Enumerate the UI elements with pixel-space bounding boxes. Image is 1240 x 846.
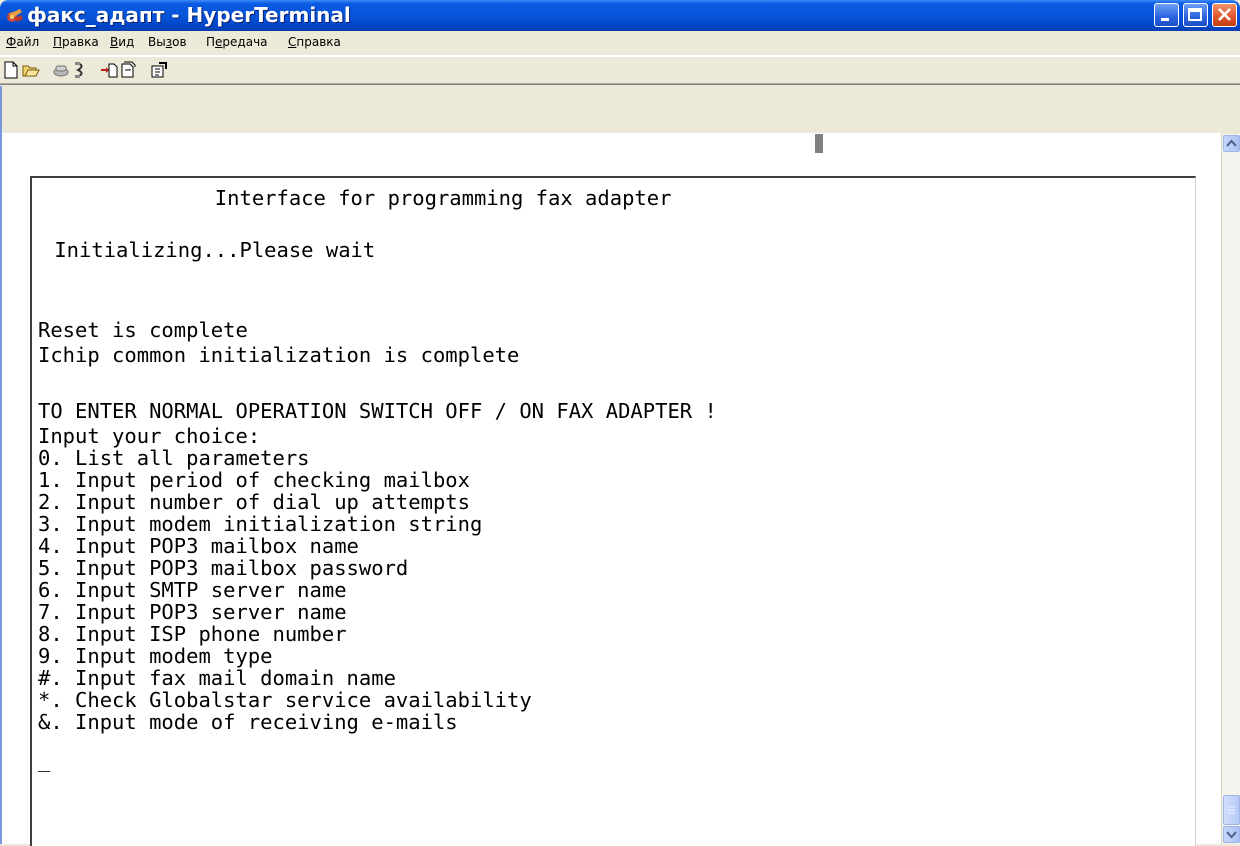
terminal-line: *. Check Globalstar service availability bbox=[38, 688, 532, 712]
menu-call[interactable]: Вызов bbox=[148, 35, 187, 49]
send-icon[interactable] bbox=[100, 61, 118, 79]
title-bar[interactable]: факс_адапт - HyperTerminal bbox=[0, 0, 1240, 31]
terminal-line: 4. Input POP3 mailbox name bbox=[38, 534, 359, 558]
toolbar bbox=[0, 56, 1240, 84]
toolbar-divider bbox=[0, 84, 1240, 85]
terminal-line: 8. Input ISP phone number bbox=[38, 622, 347, 646]
terminal-line: 2. Input number of dial up attempts bbox=[38, 490, 470, 514]
scroll-up-button[interactable] bbox=[1223, 135, 1240, 152]
close-icon bbox=[1218, 8, 1231, 21]
window-title: факс_адапт - HyperTerminal bbox=[27, 3, 351, 27]
scroll-thumb[interactable] bbox=[1223, 795, 1240, 825]
terminal-header-area bbox=[2, 86, 1221, 133]
open-icon[interactable] bbox=[22, 61, 40, 79]
new-icon[interactable] bbox=[2, 61, 20, 79]
receive-icon[interactable] bbox=[120, 61, 138, 79]
close-button[interactable] bbox=[1212, 3, 1237, 27]
connect-icon[interactable] bbox=[52, 61, 70, 79]
menu-bar: Файл Правка Вид Вызов Передача Справка bbox=[0, 31, 1240, 56]
terminal-line: &. Input mode of receiving e-mails bbox=[38, 710, 458, 734]
maximize-icon bbox=[1188, 8, 1202, 21]
terminal-line: 5. Input POP3 mailbox password bbox=[38, 556, 409, 580]
terminal-line: Interface for programming fax adapter bbox=[42, 186, 672, 210]
vertical-scrollbar[interactable] bbox=[1221, 134, 1240, 844]
terminal-cursor: _ bbox=[38, 748, 51, 772]
minimize-button[interactable] bbox=[1154, 3, 1179, 27]
hyperterminal-icon bbox=[7, 9, 23, 22]
menu-view[interactable]: Вид bbox=[110, 35, 134, 49]
menu-file[interactable]: Файл bbox=[6, 35, 39, 49]
terminal-line: TO ENTER NORMAL OPERATION SWITCH OFF / O… bbox=[38, 399, 717, 423]
terminal-line: 7. Input POP3 server name bbox=[38, 600, 347, 624]
column-marker bbox=[815, 134, 823, 153]
grip-icon bbox=[1228, 806, 1235, 814]
maximize-button[interactable] bbox=[1183, 3, 1208, 27]
terminal-line: Initializing...Please wait bbox=[42, 238, 376, 262]
menu-edit[interactable]: Правка bbox=[53, 35, 99, 49]
terminal-line: #. Input fax mail domain name bbox=[38, 666, 396, 690]
disconnect-icon[interactable] bbox=[72, 61, 90, 79]
scroll-down-button[interactable] bbox=[1223, 826, 1240, 843]
properties-icon[interactable] bbox=[150, 61, 168, 79]
minimize-icon bbox=[1161, 18, 1169, 21]
terminal-line: 9. Input modem type bbox=[38, 644, 273, 668]
terminal-screen[interactable]: Interface for programming fax adapter In… bbox=[30, 176, 1196, 846]
terminal-line: Input your choice: bbox=[38, 424, 261, 448]
menu-transfer[interactable]: Передача bbox=[206, 35, 268, 49]
chevron-down-icon bbox=[1226, 831, 1237, 839]
terminal-line: 6. Input SMTP server name bbox=[38, 578, 347, 602]
menu-help[interactable]: Справка bbox=[288, 35, 341, 49]
terminal-line: 3. Input modem initialization string bbox=[38, 512, 483, 536]
chevron-up-icon bbox=[1226, 139, 1237, 147]
terminal-line: 1. Input period of checking mailbox bbox=[38, 468, 470, 492]
terminal-line: Ichip common initialization is complete bbox=[38, 343, 520, 367]
terminal-line: Reset is complete bbox=[38, 318, 248, 342]
terminal-line: 0. List all parameters bbox=[38, 446, 310, 470]
